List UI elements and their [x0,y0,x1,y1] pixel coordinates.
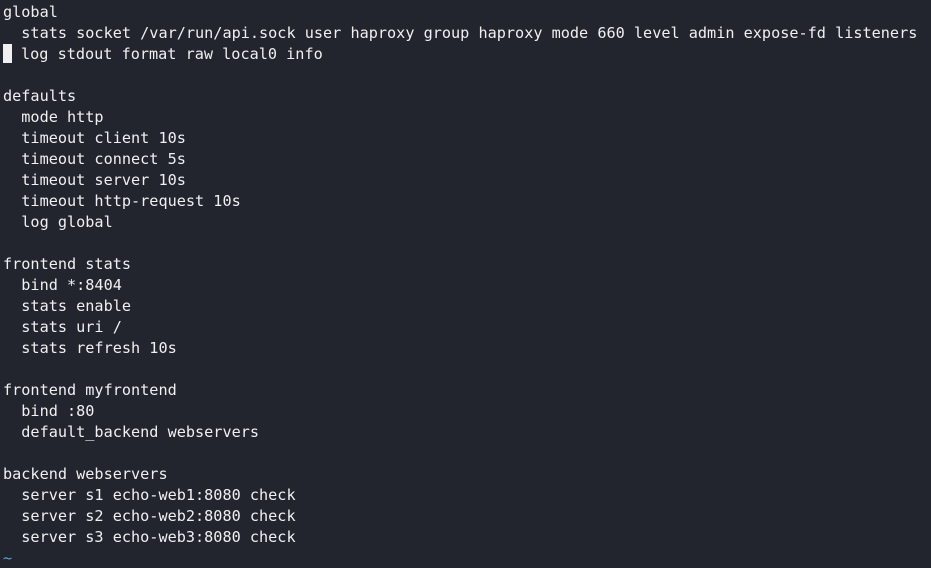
code-line-9: timeout server 10s [3,171,186,189]
code-line-13: frontend stats [3,255,132,273]
code-line-8: timeout connect 5s [3,150,186,168]
code-line-3: log stdout format raw local0 info [3,44,931,65]
code-line-26: server s3 echo-web3:8080 check [3,528,296,546]
code-line-2: stats socket /var/run/api.sock user hapr… [3,24,918,42]
text-cursor [3,44,12,63]
code-line-21: default_backend webservers [3,423,260,441]
empty-line-tilde-marker: ~ [3,549,13,567]
code-line-19: frontend myfrontend [3,381,177,399]
code-line-16: stats uri / [3,318,122,336]
code-line-20: bind :80 [3,402,95,420]
code-line-17: stats refresh 10s [3,339,177,357]
code-line-24: server s1 echo-web1:8080 check [3,486,296,504]
code-line-6: mode http [3,108,104,126]
terminal-editor[interactable]: global stats socket /var/run/api.sock us… [0,0,931,568]
code-line-7: timeout client 10s [3,129,186,147]
code-line-25: server s2 echo-web2:8080 check [3,507,296,525]
code-line-5: defaults [3,87,77,105]
code-line-15: stats enable [3,297,132,315]
code-line-23: backend webservers [3,465,168,483]
code-line-10: timeout http-request 10s [3,192,241,210]
code-line-3-text: log stdout format raw local0 info [21,45,323,63]
code-line-11: log global [3,213,113,231]
code-line-1: global [3,3,58,21]
code-line-14: bind *:8404 [3,276,122,294]
